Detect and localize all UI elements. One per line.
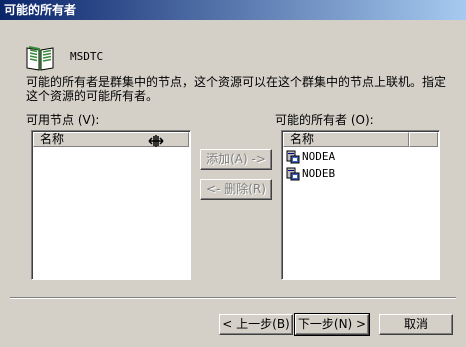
server-node-icon <box>286 167 300 181</box>
server-node-icon <box>286 150 300 164</box>
book-icon <box>26 46 54 71</box>
cancel-button[interactable]: 取消 <box>379 314 453 335</box>
possible-owners-label: 可能的所有者 (O): <box>275 113 374 127</box>
remove-button[interactable]: <- 删除(R) <box>200 179 272 200</box>
back-button[interactable]: < 上一步(B) <box>219 314 293 335</box>
resource-name: MSDTC <box>70 50 104 63</box>
column-header-empty[interactable] <box>409 132 438 147</box>
resize-cursor-icon <box>148 135 164 147</box>
add-button[interactable]: 添加(A) -> <box>200 149 272 170</box>
column-header-name[interactable]: 名称 <box>283 132 409 147</box>
available-nodes-list[interactable]: 名称 <box>31 130 191 280</box>
description-text: 可能的所有者是群集中的节点，这个资源可以在这个群集中的节点上联机。指定这个资源的… <box>26 75 447 103</box>
list-item[interactable]: NODEB <box>286 166 335 182</box>
next-button[interactable]: 下一步(N) > <box>294 313 370 336</box>
window-title: 可能的所有者 <box>0 0 466 20</box>
node-name: NODEB <box>302 167 336 180</box>
possible-owners-list[interactable]: 名称 NODEA NODEB <box>281 130 440 280</box>
list-item[interactable]: NODEA <box>286 149 335 165</box>
column-header-name[interactable]: 名称 <box>33 132 189 147</box>
node-name: NODEA <box>302 150 336 163</box>
available-nodes-label: 可用节点 (V): <box>26 113 100 127</box>
